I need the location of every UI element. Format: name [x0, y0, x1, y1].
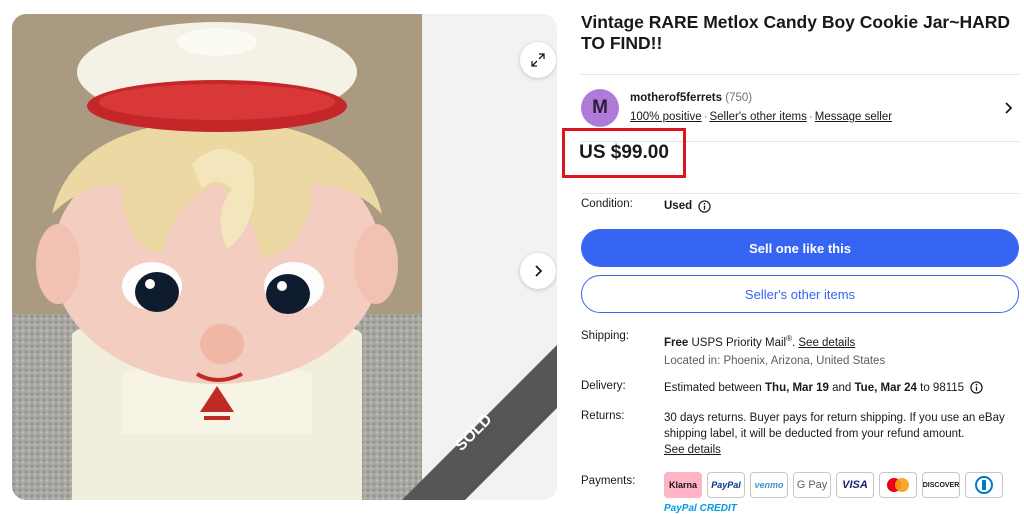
sellers-other-items-button[interactable]: Seller's other items: [581, 275, 1019, 313]
seller-name-line: motherof5ferrets (750): [630, 92, 752, 104]
returns-label: Returns:: [581, 410, 625, 422]
chevron-right-icon[interactable]: [1003, 101, 1015, 115]
delivery-prefix: Estimated between: [664, 382, 762, 394]
image-gallery: SOLD: [12, 14, 557, 500]
sold-ribbon: SOLD: [377, 320, 557, 500]
expand-button[interactable]: [520, 42, 556, 78]
diners-club-icon: [975, 476, 993, 494]
seller-feedback-count: (750): [725, 92, 753, 104]
google-pay-logo: G Pay: [793, 472, 831, 498]
shipping-value: Free USPS Priority Mail®. See details: [664, 334, 856, 349]
seller-other-items-link[interactable]: Seller's other items: [709, 111, 806, 123]
delivery-end: Tue, Mar 24: [854, 382, 917, 394]
expand-icon: [531, 53, 545, 67]
returns-details-link[interactable]: See details: [664, 444, 721, 456]
cookie-jar-image: [12, 14, 422, 500]
registered-mark: ®: [786, 334, 792, 343]
message-seller-link[interactable]: Message seller: [815, 111, 892, 123]
visa-logo: VISA: [836, 472, 874, 498]
divider: [581, 193, 1019, 194]
shipping-method: USPS Priority Mail: [691, 336, 787, 349]
payments-label: Payments:: [581, 475, 636, 487]
payment-methods: Klarna PayPal venmo G Pay VISA DISCOVER: [664, 472, 1003, 498]
paypal-logo: PayPal: [707, 472, 745, 498]
returns-value: 30 days returns. Buyer pays for return s…: [664, 410, 1014, 458]
mastercard-logo: [879, 472, 917, 498]
condition-value: Used: [664, 200, 693, 212]
price: US $99.00: [562, 128, 686, 178]
shipping-free: Free: [664, 336, 689, 349]
seller-links: 100% positive · Seller's other items · Messa…: [630, 111, 893, 123]
seller-avatar: M: [581, 89, 619, 127]
next-image-button[interactable]: [520, 253, 556, 289]
seller-name[interactable]: motherof5ferrets: [630, 92, 722, 104]
delivery-label: Delivery:: [581, 380, 626, 392]
chevron-right-icon: [535, 265, 543, 277]
delivery-and: and: [832, 382, 852, 394]
paypal-credit-b: CREDIT: [699, 503, 737, 514]
venmo-logo: venmo: [750, 472, 788, 498]
klarna-logo: Klarna: [664, 472, 702, 498]
item-location: Located in: Phoenix, Arizona, United Sta…: [664, 355, 886, 367]
listing-panel: Vintage RARE Metlox Candy Boy Cookie Jar…: [562, 12, 1019, 514]
delivery-value: Estimated between Thu, Mar 19 and Tue, M…: [664, 380, 983, 396]
listing-title: Vintage RARE Metlox Candy Boy Cookie Jar…: [581, 12, 1011, 53]
delivery-start: Thu, Mar 19: [765, 382, 829, 394]
mastercard-icon: [887, 478, 909, 492]
diners-logo: [965, 472, 1003, 498]
info-icon[interactable]: [698, 199, 711, 213]
paypal-credit-a: PayPal: [664, 503, 697, 514]
info-icon[interactable]: [970, 381, 983, 394]
sell-one-like-this-button[interactable]: Sell one like this: [581, 229, 1019, 267]
product-photo[interactable]: [12, 14, 422, 500]
shipping-details-link[interactable]: See details: [798, 337, 855, 349]
shipping-label: Shipping:: [581, 330, 629, 342]
discover-logo: DISCOVER: [922, 472, 960, 498]
paypal-credit-logo: PayPal CREDIT: [664, 503, 737, 514]
seller-positive-link[interactable]: 100% positive: [630, 111, 702, 123]
delivery-zip: to 98115: [920, 382, 965, 394]
condition-value-group: Used: [664, 198, 711, 214]
returns-text: 30 days returns. Buyer pays for return s…: [664, 412, 1005, 440]
condition-label: Condition:: [581, 198, 633, 210]
